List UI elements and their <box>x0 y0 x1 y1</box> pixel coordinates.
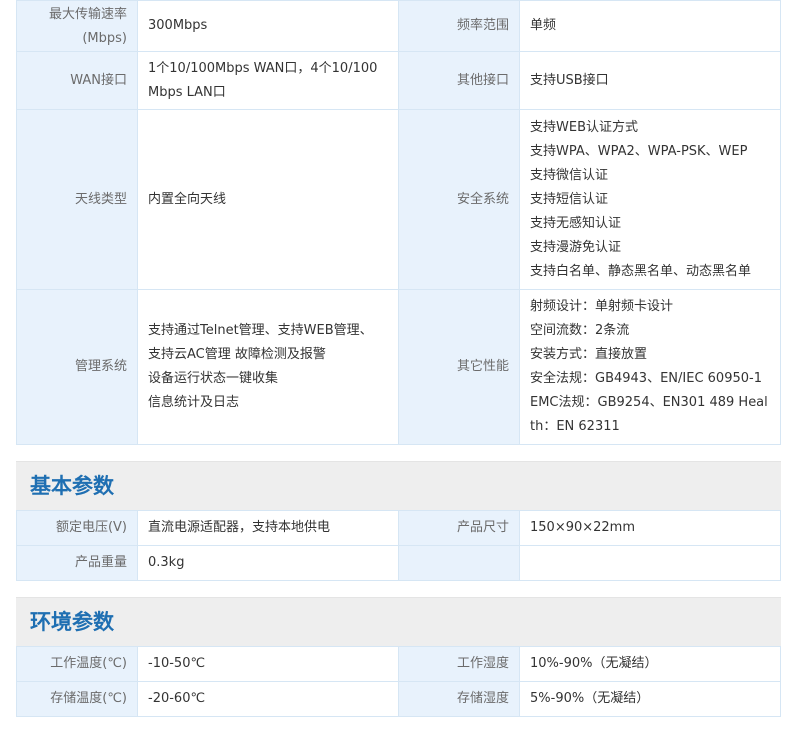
spec-label: 存储温度(℃) <box>16 681 138 717</box>
list-item: 支持微信认证 <box>530 167 609 183</box>
spec-label: 产品尺寸 <box>398 510 520 546</box>
spec-value-list: 射频设计：单射频卡设计 空间流数：2条流 安装方式：直接放置 安全法规：GB49… <box>519 289 781 445</box>
list-item: 支持漫游免认证 <box>530 239 622 255</box>
list-item: 支持WEB认证方式 <box>530 119 638 135</box>
spec-value: 0.3kg <box>137 545 399 581</box>
list-item: 支持白名单、静态黑名单、动态黑名单 <box>530 263 752 279</box>
spec-label: WAN接口 <box>16 51 138 110</box>
spec-value: -20-60℃ <box>137 681 399 717</box>
list-item: 空间流数：2条流 <box>530 323 630 338</box>
spec-label: 频率范围 <box>398 0 520 52</box>
spec-value: 单频 <box>519 0 781 52</box>
list-item: 支持云AC管理 故障检测及报警 <box>148 347 326 362</box>
list-item: 支持无感知认证 <box>530 215 622 231</box>
list-item: 信息统计及日志 <box>148 395 240 410</box>
table-row: 管理系统 支持通过Telnet管理、支持WEB管理、 支持云AC管理 故障检测及… <box>16 289 781 445</box>
spec-label: 存储湿度 <box>398 681 520 717</box>
spec-label: 天线类型 <box>16 109 138 290</box>
list-item: 安全法规：GB4943、EN/IEC 60950-1 <box>530 371 762 386</box>
spec-label: 产品重量 <box>16 545 138 581</box>
spec-label: 管理系统 <box>16 289 138 445</box>
list-item: EMC法规：GB9254、EN301 489 Health：EN 62311 <box>530 395 768 434</box>
table-row: 工作温度(℃) -10-50℃ 工作湿度 10%-90%（无凝结） <box>16 646 781 682</box>
spec-table: 最大传输速率(Mbps) 300Mbps 频率范围 单频 WAN接口 1个10/… <box>16 0 781 445</box>
table-row: 额定电压(V) 直流电源适配器，支持本地供电 产品尺寸 150×90×22mm <box>16 510 781 546</box>
list-item: 支持WPA、WPA2、WPA-PSK、WEP <box>530 143 748 159</box>
spec-page: 最大传输速率(Mbps) 300Mbps 频率范围 单频 WAN接口 1个10/… <box>16 0 781 717</box>
env-params-table: 工作温度(℃) -10-50℃ 工作湿度 10%-90%（无凝结） 存储温度(℃… <box>16 646 781 717</box>
spec-value: 支持USB接口 <box>519 51 781 110</box>
spec-value: 5%-90%（无凝结） <box>519 681 781 717</box>
spec-label: 其他接口 <box>398 51 520 110</box>
spec-label: 额定电压(V) <box>16 510 138 546</box>
spec-label: 最大传输速率(Mbps) <box>16 0 138 52</box>
table-row: WAN接口 1个10/100Mbps WAN口，4个10/100Mbps LAN… <box>16 51 781 110</box>
spec-value: 300Mbps <box>137 0 399 52</box>
table-row: 最大传输速率(Mbps) 300Mbps 频率范围 单频 <box>16 0 781 52</box>
spec-value-list: 支持WEB认证方式 支持WPA、WPA2、WPA-PSK、WEP 支持微信认证 … <box>519 109 781 290</box>
list-item: 支持短信认证 <box>530 191 609 207</box>
spec-value: 直流电源适配器，支持本地供电 <box>137 510 399 546</box>
list-item: 射频设计：单射频卡设计 <box>530 299 674 314</box>
section-title-basic: 基本参数 <box>16 461 781 510</box>
spec-label: 安全系统 <box>398 109 520 290</box>
section-title-environment: 环境参数 <box>16 597 781 646</box>
spec-value: 内置全向天线 <box>137 109 399 290</box>
spec-value: 10%-90%（无凝结） <box>519 646 781 682</box>
spec-value-list: 支持通过Telnet管理、支持WEB管理、 支持云AC管理 故障检测及报警 设备… <box>137 289 399 445</box>
spec-value: 1个10/100Mbps WAN口，4个10/100Mbps LAN口 <box>137 51 399 110</box>
spec-value <box>519 545 781 581</box>
spec-label: 其它性能 <box>398 289 520 445</box>
table-row: 天线类型 内置全向天线 安全系统 支持WEB认证方式 支持WPA、WPA2、WP… <box>16 109 781 290</box>
list-item: 设备运行状态一键收集 <box>148 371 279 386</box>
spec-value: -10-50℃ <box>137 646 399 682</box>
list-item: 安装方式：直接放置 <box>530 347 648 362</box>
spec-value: 150×90×22mm <box>519 510 781 546</box>
list-item: 支持通过Telnet管理、支持WEB管理、 <box>148 323 373 338</box>
spec-label: 工作温度(℃) <box>16 646 138 682</box>
table-row: 产品重量 0.3kg <box>16 545 781 581</box>
spec-label <box>398 545 520 581</box>
basic-params-table: 额定电压(V) 直流电源适配器，支持本地供电 产品尺寸 150×90×22mm … <box>16 510 781 581</box>
table-row: 存储温度(℃) -20-60℃ 存储湿度 5%-90%（无凝结） <box>16 681 781 717</box>
spec-label: 工作湿度 <box>398 646 520 682</box>
